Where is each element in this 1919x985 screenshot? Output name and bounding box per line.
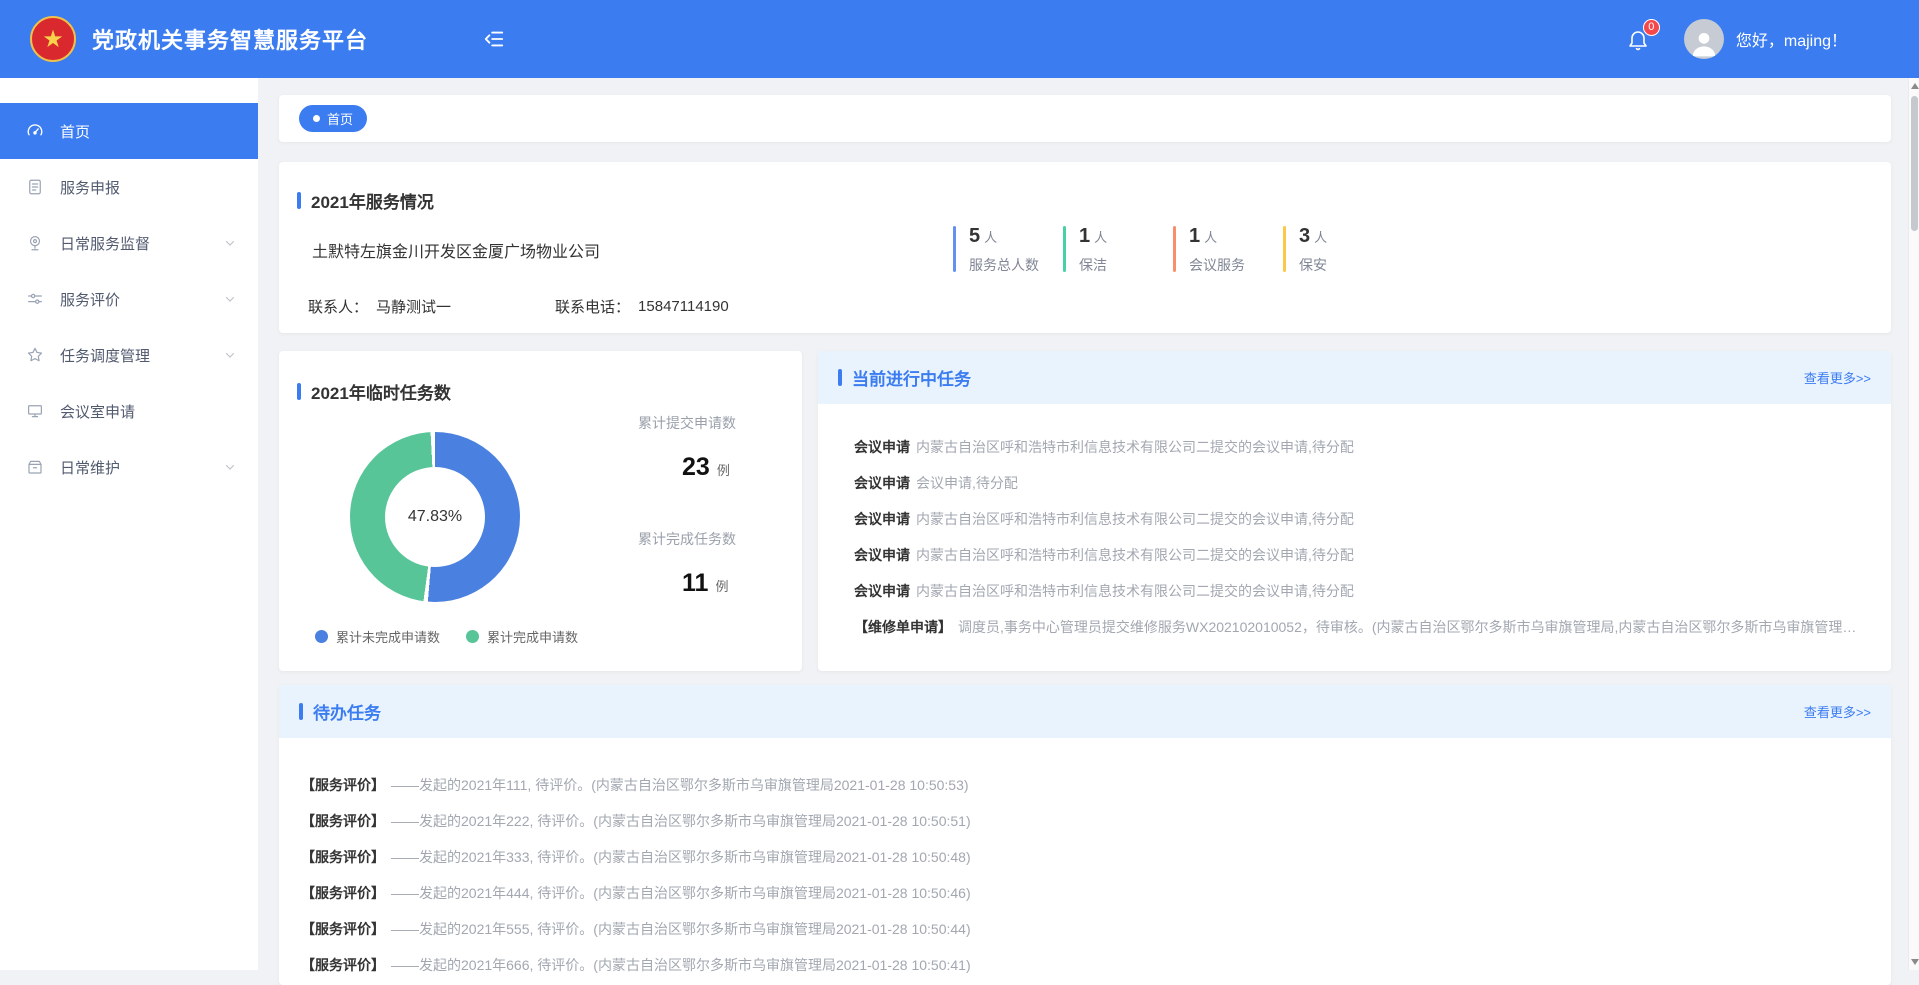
- stat-color-bar: [1063, 226, 1066, 272]
- donut-center-label: 47.83%: [408, 508, 462, 526]
- contact-name: 马静测试一: [376, 296, 451, 317]
- list-item[interactable]: 会议申请内蒙古自治区呼和浩特市利信息技术有限公司二提交的会议申请,待分配: [854, 501, 1867, 537]
- list-item[interactable]: 【服务评价】——发起的2021年111, 待评价。(内蒙古自治区鄂尔多斯市乌审旗…: [301, 767, 1867, 803]
- title-bar-accent: [299, 703, 303, 720]
- stat-label: 保洁: [1079, 255, 1107, 275]
- notification-bell-icon[interactable]: 0: [1626, 27, 1650, 51]
- title-bar-accent: [838, 369, 842, 386]
- list-item[interactable]: 【服务评价】——发起的2021年555, 待评价。(内蒙古自治区鄂尔多斯市乌审旗…: [301, 911, 1867, 947]
- list-item[interactable]: 会议申请内蒙古自治区呼和浩特市利信息技术有限公司二提交的会议申请,待分配: [854, 537, 1867, 573]
- document-icon: [26, 178, 44, 196]
- list-item[interactable]: 会议申请内蒙古自治区呼和浩特市利信息技术有限公司二提交的会议申请,待分配: [854, 429, 1867, 465]
- stat-security: 3人 保安: [1283, 226, 1327, 275]
- title-bar-accent: [297, 383, 301, 400]
- donut-chart: 47.83%: [350, 432, 520, 602]
- stat-label: 会议服务: [1189, 255, 1245, 275]
- todo-more-link[interactable]: 查看更多>>: [1804, 702, 1871, 721]
- chart-legend: 累计未完成申请数 累计完成申请数: [315, 627, 578, 646]
- breadcrumb: 首页: [279, 95, 1891, 142]
- maintenance-icon: [26, 458, 44, 476]
- stat-meeting-service: 1人 会议服务: [1173, 226, 1283, 275]
- legend-item-unfinished[interactable]: 累计未完成申请数: [315, 627, 440, 646]
- dashboard-icon: [26, 122, 44, 140]
- stat-label: 服务总人数: [969, 255, 1039, 275]
- stat-color-bar: [1283, 226, 1286, 272]
- sidebar-item-home[interactable]: 首页: [0, 103, 258, 159]
- chevron-down-icon: [224, 237, 236, 249]
- legend-dot: [466, 630, 479, 643]
- list-item[interactable]: 【维修单申请】调度员,事务中心管理员提交维修服务WX202102010052，待…: [854, 609, 1867, 645]
- ongoing-tasks-title: 当前进行中任务: [852, 365, 971, 390]
- list-item[interactable]: 【服务评价】——发起的2021年222, 待评价。(内蒙古自治区鄂尔多斯市乌审旗…: [301, 803, 1867, 839]
- phone-number: 15847114190: [638, 298, 729, 315]
- meeting-room-icon: [26, 402, 44, 420]
- sidebar-item-label: 服务评价: [60, 289, 120, 310]
- staff-stats: 5人 服务总人数 1人 保洁 1人 会议服务 3人 保安: [953, 226, 1327, 275]
- temp-task-chart-card: 2021年临时任务数 47.83% 累计提交申请数 23例 累计完成任务数 11…: [279, 351, 802, 671]
- breadcrumb-label: 首页: [327, 109, 353, 128]
- sidebar: 首页 服务申报 日常服务监督 服务评价: [0, 78, 258, 970]
- sidebar-item-service-evaluation[interactable]: 服务评价: [0, 271, 258, 327]
- contact-label: 联系人：: [308, 296, 368, 317]
- sidebar-item-label: 首页: [60, 121, 90, 142]
- scrollbar[interactable]: [1908, 78, 1919, 970]
- sidebar-item-service-declare[interactable]: 服务申报: [0, 159, 258, 215]
- stat-label: 保安: [1299, 255, 1327, 275]
- stat-color-bar: [953, 226, 956, 272]
- stat-total-staff: 5人 服务总人数: [953, 226, 1063, 275]
- sidebar-item-daily-maintenance[interactable]: 日常维护: [0, 439, 258, 495]
- title-bar-accent: [297, 192, 301, 209]
- service-overview-title: 2021年服务情况: [297, 188, 434, 213]
- chevron-down-icon: [224, 293, 236, 305]
- collapse-sidebar-icon[interactable]: [483, 28, 505, 50]
- scroll-down-arrow-icon[interactable]: [1911, 959, 1919, 965]
- list-item[interactable]: 【服务评价】——发起的2021年666, 待评价。(内蒙古自治区鄂尔多斯市乌审旗…: [301, 947, 1867, 983]
- sidebar-item-label: 服务申报: [60, 177, 120, 198]
- chevron-down-icon: [224, 349, 236, 361]
- star-icon: [26, 346, 44, 364]
- todo-tasks-title: 待办任务: [313, 699, 381, 724]
- webcam-icon: [26, 234, 44, 252]
- todo-tasks-card: 待办任务 查看更多>> 【服务评价】——发起的2021年111, 待评价。(内蒙…: [279, 685, 1891, 985]
- ongoing-more-link[interactable]: 查看更多>>: [1804, 368, 1871, 387]
- contact-row: 联系人： 马静测试一 联系电话： 15847114190: [308, 296, 729, 317]
- stat-color-bar: [1173, 226, 1176, 272]
- app-header: ★ 党政机关事务智慧服务平台 0 您好，majing！: [0, 0, 1919, 78]
- breadcrumb-home-pill[interactable]: 首页: [299, 105, 367, 132]
- todo-tasks-header: 待办任务 查看更多>>: [279, 685, 1891, 738]
- stat-cleaning: 1人 保洁: [1063, 226, 1173, 275]
- avatar[interactable]: [1684, 19, 1724, 59]
- scrollbar-thumb[interactable]: [1911, 96, 1918, 231]
- ongoing-tasks-header: 当前进行中任务 查看更多>>: [818, 351, 1891, 404]
- temp-task-chart-title: 2021年临时任务数: [297, 379, 451, 404]
- service-overview-card: 2021年服务情况 土默特左旗金川开发区金厦广场物业公司 联系人： 马静测试一 …: [279, 162, 1891, 333]
- user-greeting[interactable]: 您好，majing！: [1736, 27, 1847, 51]
- list-item[interactable]: 【服务评价】——发起的2021年333, 待评价。(内蒙古自治区鄂尔多斯市乌审旗…: [301, 839, 1867, 875]
- sidebar-item-label: 日常维护: [60, 457, 120, 478]
- list-item[interactable]: 【服务评价】——发起的2021年444, 待评价。(内蒙古自治区鄂尔多斯市乌审旗…: [301, 875, 1867, 911]
- notification-badge: 0: [1643, 19, 1660, 36]
- sidebar-item-label: 会议室申请: [60, 401, 135, 422]
- legend-item-finished[interactable]: 累计完成申请数: [466, 627, 578, 646]
- scroll-up-arrow-icon[interactable]: [1911, 83, 1919, 89]
- sidebar-item-meeting-room[interactable]: 会议室申请: [0, 383, 258, 439]
- breadcrumb-dot: [313, 115, 320, 122]
- chevron-down-icon: [224, 461, 236, 473]
- phone-label: 联系电话：: [555, 296, 630, 317]
- legend-dot: [315, 630, 328, 643]
- company-name: 土默特左旗金川开发区金厦广场物业公司: [312, 238, 600, 262]
- sliders-icon: [26, 290, 44, 308]
- sidebar-item-daily-supervision[interactable]: 日常服务监督: [0, 215, 258, 271]
- list-item[interactable]: 会议申请内蒙古自治区呼和浩特市利信息技术有限公司二提交的会议申请,待分配: [854, 573, 1867, 609]
- national-emblem-logo: ★: [30, 16, 76, 62]
- app-title: 党政机关事务智慧服务平台: [92, 23, 368, 55]
- sidebar-item-label: 任务调度管理: [60, 345, 150, 366]
- completed-stat: 累计完成任务数 11例: [638, 529, 788, 598]
- ongoing-tasks-card: 当前进行中任务 查看更多>> 会议申请内蒙古自治区呼和浩特市利信息技术有限公司二…: [818, 351, 1891, 671]
- submitted-stat: 累计提交申请数 23例: [638, 413, 788, 482]
- sidebar-item-label: 日常服务监督: [60, 233, 150, 254]
- sidebar-item-task-dispatch[interactable]: 任务调度管理: [0, 327, 258, 383]
- list-item[interactable]: 会议申请会议申请,待分配: [854, 465, 1867, 501]
